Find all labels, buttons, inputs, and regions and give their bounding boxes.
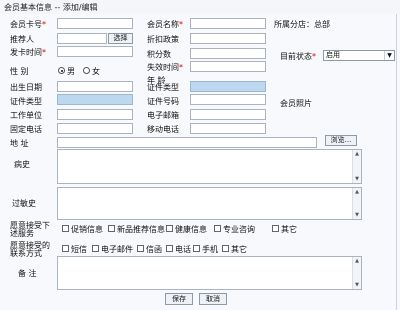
contact-sms-checkbox[interactable] bbox=[62, 245, 69, 252]
gender-female-radio[interactable] bbox=[83, 67, 90, 74]
mobile-label: 移动电话 bbox=[147, 125, 179, 134]
contact-email-checkbox[interactable] bbox=[92, 245, 99, 252]
remark-textarea[interactable]: ▲ ▼ bbox=[57, 256, 362, 290]
contact-letter-label: 信函 bbox=[146, 245, 162, 254]
discount-policy-label: 折扣政策 bbox=[147, 35, 179, 44]
member-form: 会员卡号* 会员名称* 所属分店：总部 推荐人 选择 折扣政策 积分数 发卡时间… bbox=[0, 14, 400, 310]
issue-date-label: 发卡时间* bbox=[10, 48, 46, 57]
recommender-label: 推荐人 bbox=[10, 35, 34, 44]
email-label: 电子邮箱 bbox=[147, 111, 179, 120]
window-titlebar: 会员基本信息 -- 添加/编辑 bbox=[0, 0, 400, 15]
contact-phone-checkbox[interactable] bbox=[166, 245, 173, 252]
expire-date-label: 失效时间* bbox=[147, 63, 183, 72]
remark-scrollbar[interactable]: ▲ ▼ bbox=[352, 257, 361, 289]
gender-male-label: 男 bbox=[67, 67, 75, 76]
allergy-scrollbar[interactable]: ▲ ▼ bbox=[352, 188, 361, 219]
contact-email-label: 电子邮件 bbox=[101, 245, 133, 254]
work-unit-input[interactable] bbox=[57, 109, 133, 120]
home-phone-label: 固定电话 bbox=[10, 125, 42, 134]
history-label: 病史 bbox=[14, 160, 30, 169]
service-other-checkbox[interactable] bbox=[272, 225, 279, 232]
allergy-label: 过敏史 bbox=[12, 199, 36, 208]
browse-photo-button[interactable]: 浏览... bbox=[325, 135, 357, 146]
address-input[interactable] bbox=[57, 137, 317, 148]
service-health-checkbox[interactable] bbox=[166, 225, 173, 232]
contact-sms-label: 短信 bbox=[71, 245, 87, 254]
id-type-mid-input[interactable] bbox=[190, 81, 266, 92]
photo-label: 会员照片 bbox=[280, 99, 312, 108]
scroll-up-icon[interactable]: ▲ bbox=[353, 257, 361, 265]
window-title: 会员基本信息 -- 添加/编辑 bbox=[4, 3, 98, 12]
contact-mobile-label: 手机 bbox=[202, 245, 218, 254]
service-consult-checkbox[interactable] bbox=[214, 225, 221, 232]
scroll-up-icon[interactable]: ▲ bbox=[353, 188, 361, 196]
email-input[interactable] bbox=[190, 109, 266, 120]
issue-date-input[interactable] bbox=[57, 46, 133, 57]
service-newproduct-checkbox[interactable] bbox=[108, 225, 115, 232]
mobile-input[interactable] bbox=[190, 123, 266, 134]
contact-letter-checkbox[interactable] bbox=[137, 245, 144, 252]
scroll-down-icon[interactable]: ▼ bbox=[353, 211, 361, 219]
allergy-textarea[interactable]: ▲ ▼ bbox=[57, 187, 362, 220]
member-no-input[interactable] bbox=[57, 18, 133, 29]
service-consult-label: 专业咨询 bbox=[223, 225, 255, 234]
birthday-input[interactable] bbox=[57, 81, 133, 92]
contact-other-checkbox[interactable] bbox=[222, 245, 229, 252]
birthday-label: 出生日期 bbox=[10, 83, 42, 92]
home-phone-input[interactable] bbox=[57, 123, 133, 134]
history-scrollbar[interactable]: ▲ ▼ bbox=[352, 150, 361, 183]
expire-date-input[interactable] bbox=[190, 61, 266, 72]
gender-female-label: 女 bbox=[92, 67, 100, 76]
id-type-input[interactable] bbox=[57, 94, 133, 105]
service-newproduct-label: 新品推荐信息 bbox=[117, 225, 165, 234]
window-right-border bbox=[396, 14, 397, 310]
contact-other-label: 其它 bbox=[231, 245, 247, 254]
service-promo-checkbox[interactable] bbox=[62, 225, 69, 232]
member-name-input[interactable] bbox=[190, 18, 266, 29]
id-number-input[interactable] bbox=[190, 94, 266, 105]
select-recommender-button[interactable]: 选择 bbox=[108, 33, 133, 44]
points-label: 积分数 bbox=[147, 50, 171, 59]
work-unit-label: 工作单位 bbox=[10, 111, 42, 120]
gender-male-radio[interactable] bbox=[58, 67, 65, 74]
service-items-label: 愿意接受下述服务 bbox=[10, 221, 50, 238]
scroll-down-icon[interactable]: ▼ bbox=[353, 281, 361, 289]
status-label: 目前状态* bbox=[280, 52, 316, 61]
contact-phone-label: 电话 bbox=[175, 245, 191, 254]
chevron-down-icon[interactable]: ▼ bbox=[384, 51, 394, 60]
service-health-label: 健康信息 bbox=[175, 225, 207, 234]
status-select[interactable]: 启用 ▼ bbox=[323, 50, 395, 61]
contact-methods-label: 愿意接受的联系方式 bbox=[10, 241, 50, 258]
remark-label: 备 注 bbox=[18, 269, 37, 278]
address-label: 地 址 bbox=[10, 139, 29, 148]
save-button[interactable]: 保存 bbox=[165, 293, 193, 305]
id-number-label: 证件号码 bbox=[147, 97, 179, 106]
member-name-label: 会员名称* bbox=[147, 20, 183, 29]
history-textarea[interactable]: ▲ ▼ bbox=[57, 149, 362, 184]
member-no-label: 会员卡号* bbox=[10, 20, 46, 29]
shop-label: 所属分店：总部 bbox=[274, 20, 330, 29]
gender-label: 性 别 bbox=[10, 67, 29, 76]
id-type-label: 证件类型 bbox=[10, 97, 42, 106]
scroll-up-icon[interactable]: ▲ bbox=[353, 150, 361, 158]
points-input[interactable] bbox=[190, 48, 266, 59]
discount-policy-input[interactable] bbox=[190, 33, 266, 44]
service-other-label: 其它 bbox=[281, 225, 297, 234]
id-type-mid-label: 证件类型 bbox=[147, 83, 179, 92]
recommender-input[interactable] bbox=[57, 33, 107, 44]
service-promo-label: 促销信息 bbox=[71, 225, 103, 234]
status-value: 启用 bbox=[326, 51, 340, 59]
scroll-down-icon[interactable]: ▼ bbox=[353, 175, 361, 183]
cancel-button[interactable]: 取消 bbox=[199, 293, 227, 305]
contact-mobile-checkbox[interactable] bbox=[193, 245, 200, 252]
